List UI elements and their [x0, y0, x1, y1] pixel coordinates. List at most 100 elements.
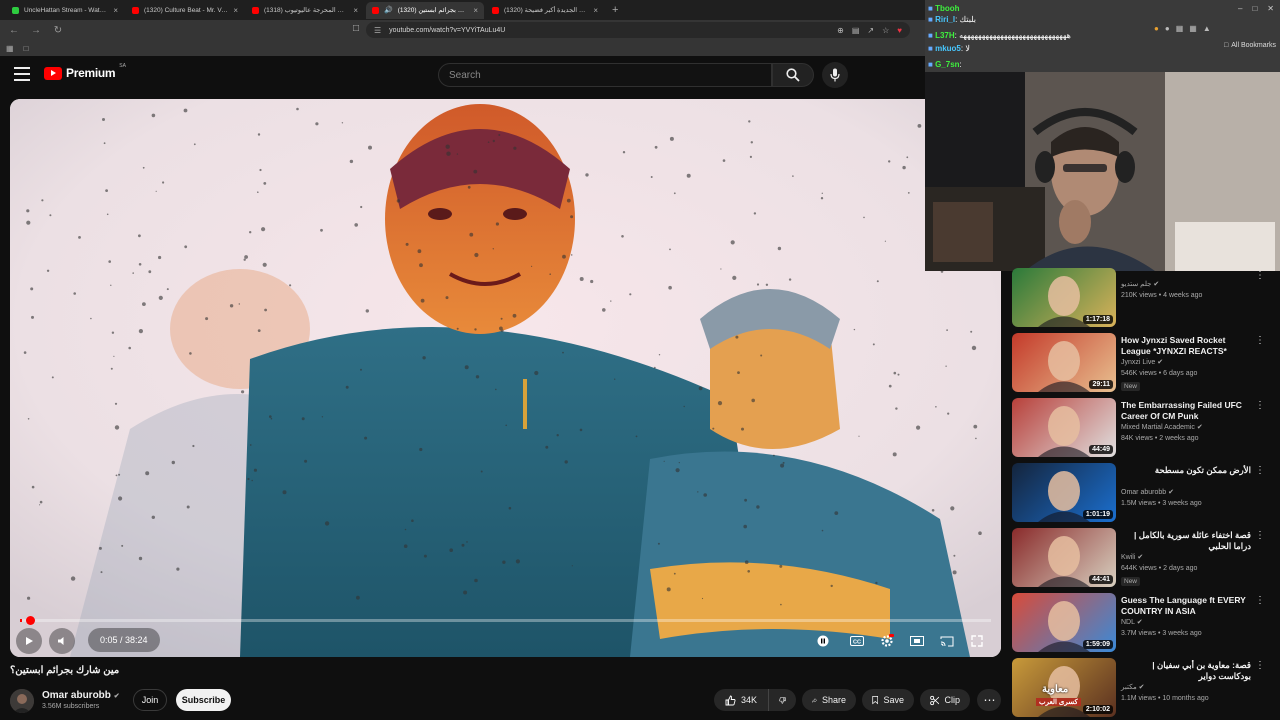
back-icon[interactable]: ←	[8, 25, 20, 36]
video-thumbnail[interactable]: 1:17:18	[1012, 268, 1116, 327]
browser-tab[interactable]: UncleHattan Stream - Watch Live ×	[6, 2, 124, 19]
channel-name[interactable]: Jynxzi Live ✔	[1121, 358, 1163, 366]
new-tab-button[interactable]: +	[612, 4, 618, 16]
join-button[interactable]: Join	[133, 689, 167, 711]
video-thumbnail[interactable]: 29:11	[1012, 333, 1116, 392]
all-bookmarks-button[interactable]: □ All Bookmarks	[1224, 42, 1276, 49]
extension-icon[interactable]: ●	[1154, 24, 1159, 33]
install-icon[interactable]: ▤	[852, 26, 860, 35]
maximize-icon[interactable]: □	[1252, 4, 1257, 13]
video-thumbnail[interactable]: 1:59:09	[1012, 593, 1116, 652]
recommended-video[interactable]: 1:01:19 الأرض ممكن تكون مسطحة Omar aburobb…	[1012, 463, 1272, 523]
channel-name[interactable]: جلم ستديو ✔	[1121, 280, 1159, 288]
video-player[interactable]: 0:05 / 38:24 CC	[10, 99, 1001, 657]
forward-icon[interactable]: →	[30, 25, 42, 36]
extension-icon[interactable]: ▦	[1176, 24, 1184, 33]
bookmark-icon[interactable]: □	[353, 23, 359, 34]
youtube-premium-logo[interactable]: Premium SA	[44, 63, 126, 80]
tab-close-icon[interactable]: ×	[353, 6, 358, 15]
browser-tab[interactable]: 🔊 (1320) مين شارك بجرائم ابستين... ×	[366, 1, 484, 19]
extension-icon[interactable]: ●	[1165, 24, 1170, 33]
more-options-icon[interactable]: ⋮	[1255, 530, 1265, 541]
more-actions-button[interactable]: ⋯	[977, 689, 1001, 711]
channel-name[interactable]: Omar aburobb ✔	[1121, 488, 1174, 496]
browser-tab[interactable]: (1320) Culture Beat - Mr. Vain (Offici..…	[126, 2, 244, 19]
recommended-video[interactable]: معاوية كسرى العرب 2:10:02 قصة: معاوية بن أب…	[1012, 658, 1272, 718]
extension-icon[interactable]: ▦	[1189, 24, 1197, 33]
tab-audio-icon[interactable]: 🔊	[384, 6, 393, 14]
tab-close-icon[interactable]: ×	[593, 6, 598, 15]
video-thumbnail[interactable]: 44:41	[1012, 528, 1116, 587]
video-title[interactable]: قصة: معاوية بن أبي سفيان | بودكاست دواير	[1121, 660, 1251, 682]
folder-icon: □	[1224, 42, 1229, 49]
channel-name-text: Jynxzi Live	[1121, 359, 1156, 366]
more-options-icon[interactable]: ⋮	[1255, 400, 1265, 411]
autoplay-toggle[interactable]	[810, 628, 836, 654]
site-info-icon[interactable]: ☰	[374, 26, 381, 35]
voice-search-button[interactable]	[822, 62, 848, 88]
reload-icon[interactable]: ↻	[52, 25, 64, 36]
video-title[interactable]: The Embarrassing Failed UFC Career Of CM…	[1121, 400, 1251, 422]
share-button[interactable]: Share	[802, 689, 856, 711]
more-options-icon[interactable]: ⋮	[1255, 335, 1265, 346]
star-icon[interactable]: ☆	[882, 26, 889, 35]
tab-close-icon[interactable]: ×	[473, 6, 478, 15]
settings-button[interactable]	[874, 628, 900, 654]
fullscreen-button[interactable]	[964, 628, 990, 654]
extension-icon[interactable]: ▲	[1203, 24, 1211, 33]
subscribe-button[interactable]: Subscribe	[176, 689, 231, 711]
share-icon[interactable]: ↗	[867, 26, 874, 35]
channel-name[interactable]: Kwili ✔	[1121, 553, 1143, 561]
like-button[interactable]: 34K	[714, 689, 768, 711]
youtube-play-icon	[44, 66, 62, 80]
search-button[interactable]	[772, 63, 814, 87]
hamburger-menu-icon[interactable]	[14, 67, 30, 81]
video-title[interactable]: Guess The Language ft EVERY COUNTRY IN A…	[1121, 595, 1251, 617]
minimize-icon[interactable]: –	[1238, 4, 1242, 13]
more-options-icon[interactable]: ⋮	[1255, 270, 1265, 281]
dislike-button[interactable]	[768, 689, 796, 711]
zoom-icon[interactable]: ⊕	[837, 26, 844, 35]
recommended-video[interactable]: 44:41 قصة اختفاء عائلة سورية بالكامل | در…	[1012, 528, 1272, 588]
recommended-video[interactable]: 44:49 The Embarrassing Failed UFC Career …	[1012, 398, 1272, 458]
channel-name[interactable]: مكتبر ✔	[1121, 683, 1145, 691]
channel-name[interactable]: Omar aburobb ✔	[42, 690, 120, 701]
progress-bar[interactable]	[20, 616, 991, 625]
channel-avatar[interactable]	[10, 689, 34, 713]
play-button[interactable]	[16, 628, 42, 654]
video-thumbnail[interactable]: 44:49	[1012, 398, 1116, 457]
chat-username: mkuo5	[935, 44, 961, 53]
recommended-video[interactable]: 1:59:09 Guess The Language ft EVERY COUNT…	[1012, 593, 1272, 653]
volume-button[interactable]	[49, 628, 75, 654]
miniplayer-button[interactable]	[904, 628, 930, 654]
video-title[interactable]: الأرض ممكن تكون مسطحة	[1121, 465, 1251, 476]
address-bar[interactable]: ☰ youtube.com/watch?v=YVYiTAuLu4U ⊕ ▤ ↗ …	[366, 22, 910, 38]
browser-tab[interactable]: (1320) ملفات ابستين الجديدة أكبر فضيحة..…	[486, 2, 604, 19]
more-options-icon[interactable]: ⋮	[1255, 595, 1265, 606]
more-options-icon[interactable]: ⋮	[1255, 465, 1265, 476]
cast-button[interactable]	[934, 628, 960, 654]
stream-chat: ■ Tbooh ■ Riri_l: بلبتك ■ L37H: هههههههههه…	[926, 0, 1106, 72]
captions-button[interactable]: CC	[844, 628, 870, 654]
search-input[interactable]: Search	[438, 63, 772, 87]
clip-button[interactable]: Clip	[920, 689, 970, 711]
channel-name[interactable]: NDL ✔	[1121, 618, 1143, 626]
recommended-video[interactable]: 1:17:18 جلم ستديو ✔ 210K views • 4 weeks a…	[1012, 268, 1272, 328]
tab-close-icon[interactable]: ×	[233, 6, 238, 15]
tab-close-icon[interactable]: ×	[113, 6, 118, 15]
more-options-icon[interactable]: ⋮	[1255, 660, 1265, 671]
verified-icon: ✔	[1196, 424, 1203, 431]
scrubber-handle[interactable]	[26, 616, 35, 625]
save-button[interactable]: Save	[862, 689, 914, 711]
close-window-icon[interactable]: ✕	[1267, 4, 1274, 13]
extension-icon[interactable]: ♥	[897, 26, 902, 35]
channel-name[interactable]: Mixed Martial Academic ✔	[1121, 423, 1203, 431]
recommended-video[interactable]: 29:11 How Jynxzi Saved Rocket League *JYN…	[1012, 333, 1272, 393]
video-title[interactable]: قصة اختفاء عائلة سورية بالكامل | دراما ا…	[1121, 530, 1251, 552]
apps-icon[interactable]: ▦	[6, 44, 14, 53]
video-thumbnail[interactable]: معاوية كسرى العرب 2:10:02	[1012, 658, 1116, 717]
video-title[interactable]: How Jynxzi Saved Rocket League *JYNXZI R…	[1121, 335, 1251, 357]
video-thumbnail[interactable]: 1:01:19	[1012, 463, 1116, 522]
folder-icon[interactable]: □	[24, 44, 29, 53]
browser-tab[interactable]: (1318) أكثر اللحظات المحرجة عاليوتيوب...…	[246, 2, 364, 19]
